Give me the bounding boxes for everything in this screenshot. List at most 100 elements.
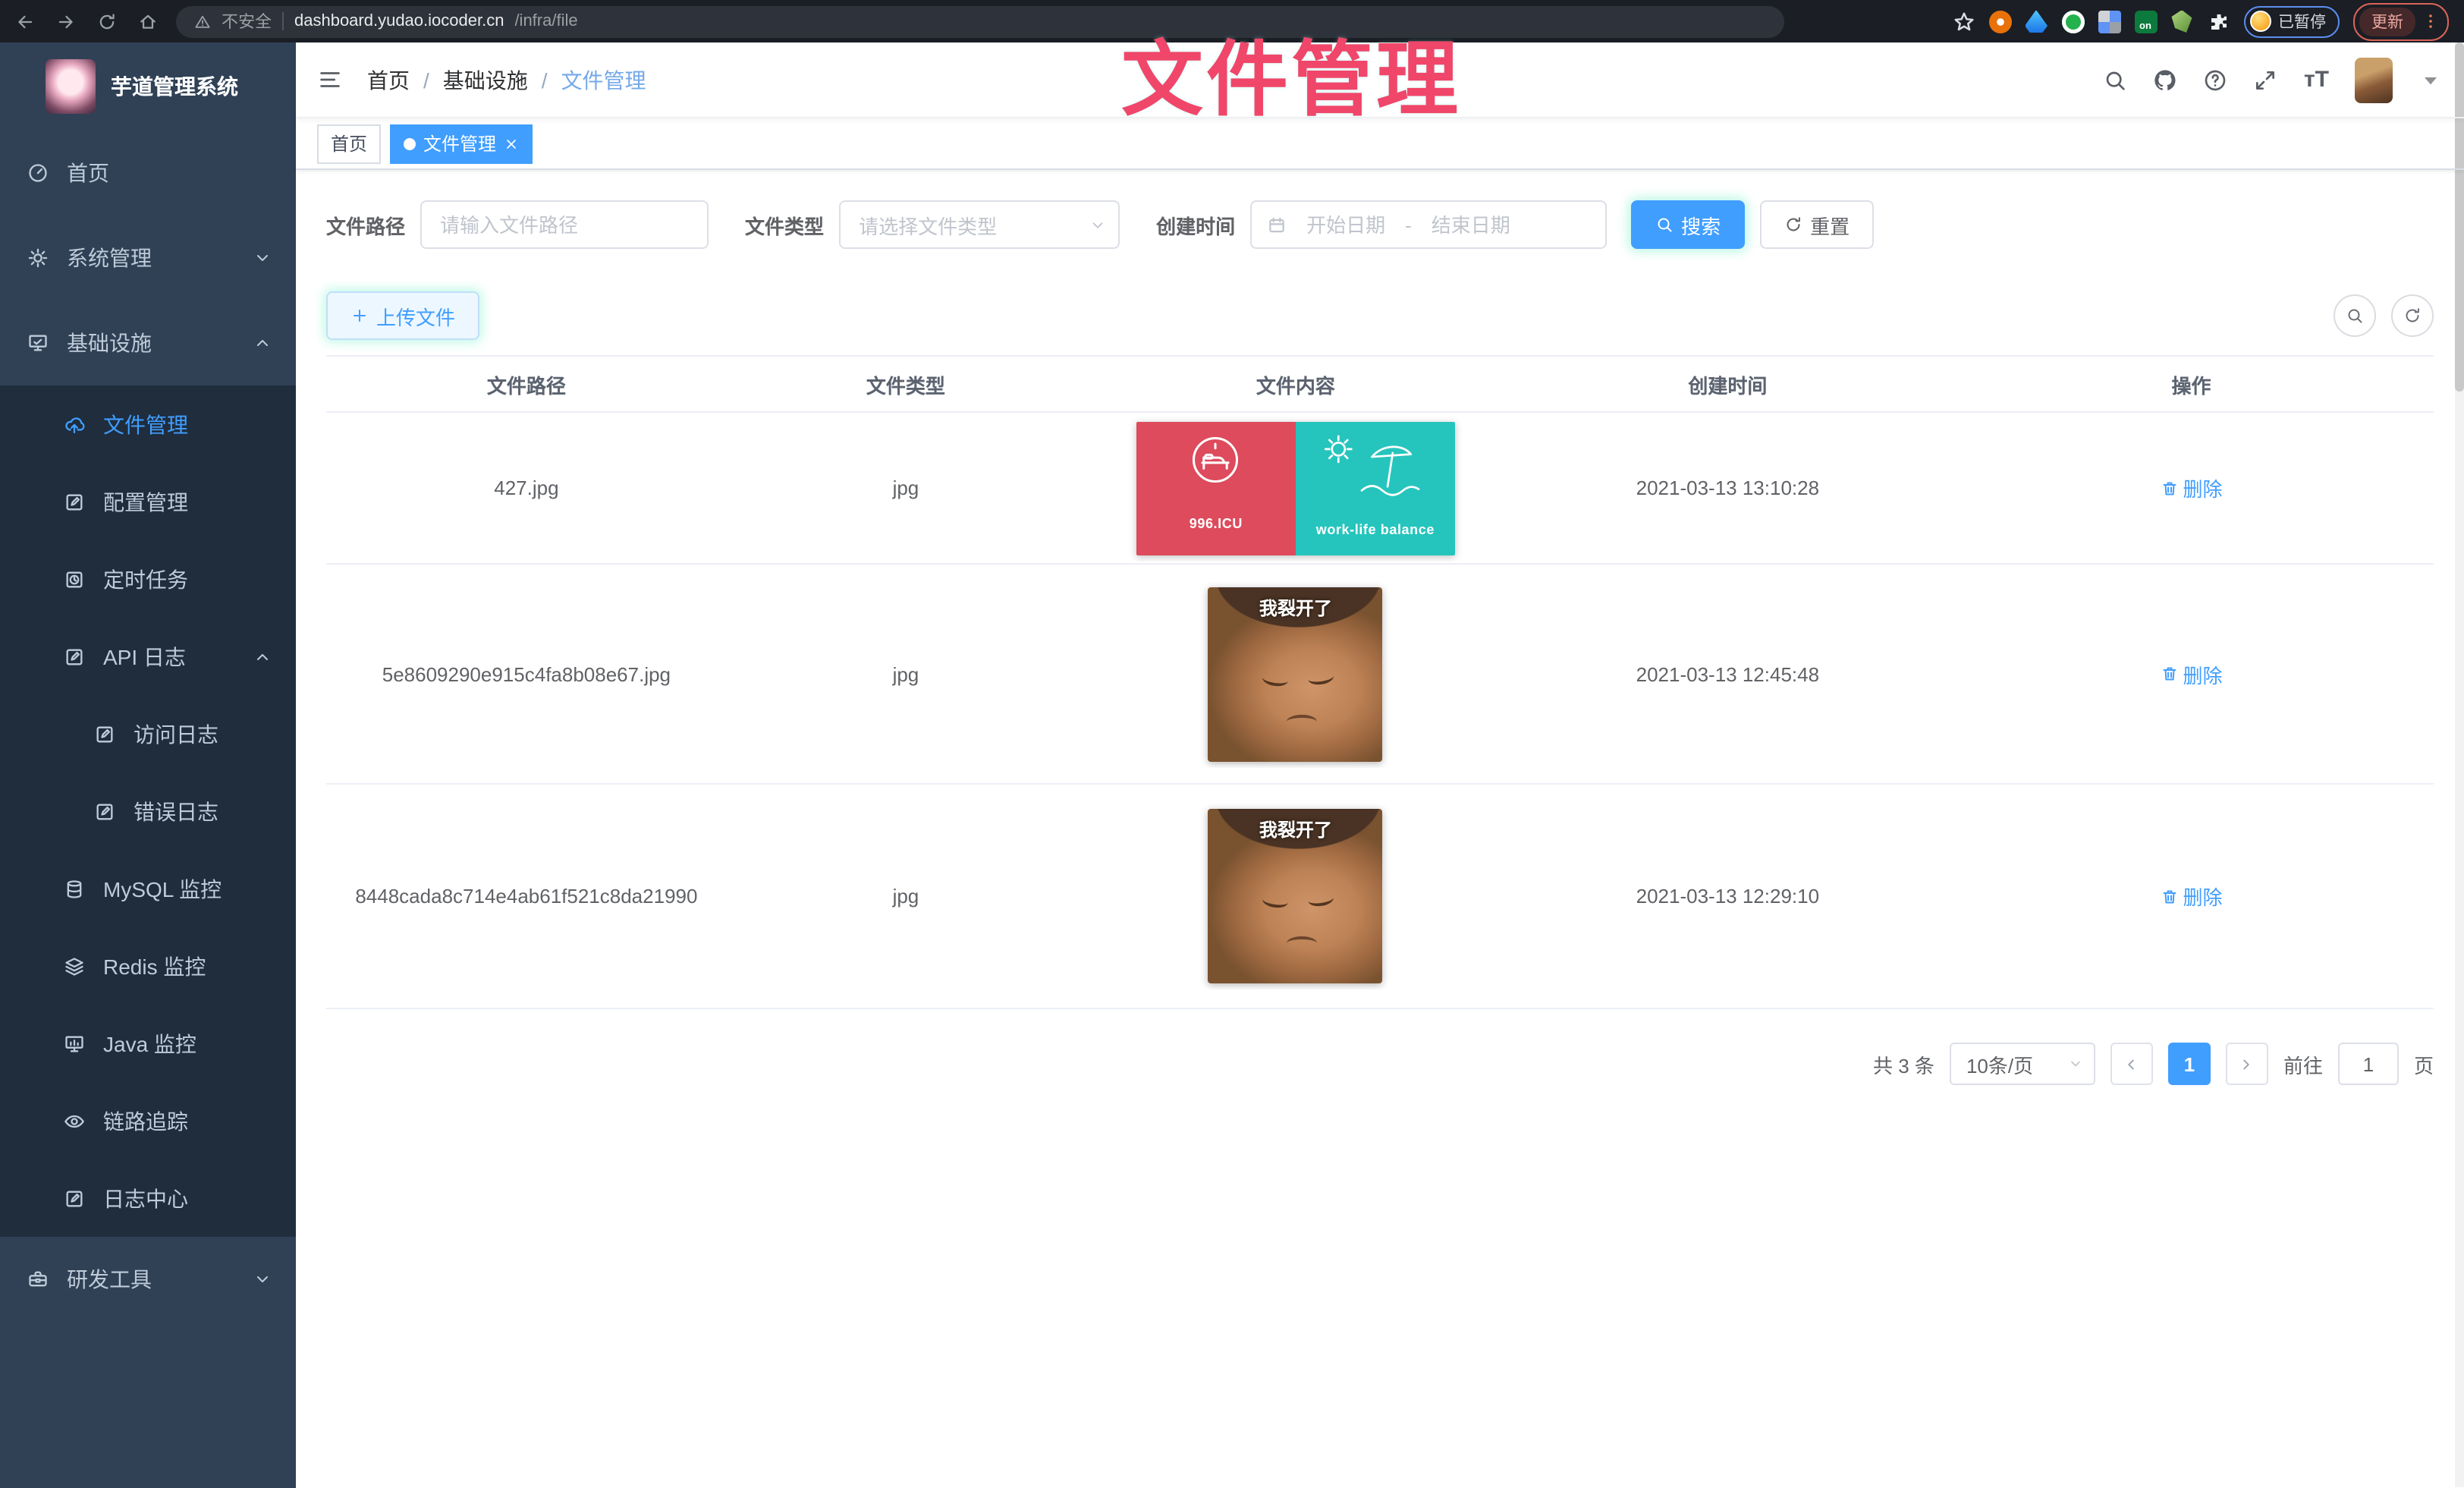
banner-right-text: work-life balance — [1296, 521, 1455, 536]
file-preview-meme-image[interactable]: 我裂开了 — [1208, 587, 1383, 761]
browser-menu-dots-icon[interactable] — [2422, 12, 2440, 30]
delete-button[interactable]: 删除 — [2160, 659, 2222, 688]
bookmark-star-icon[interactable] — [1952, 10, 1975, 33]
cell-file-path: 5e8609290e915c4fa8b08e67.jpg — [326, 656, 727, 691]
back-icon[interactable] — [15, 11, 35, 31]
extension-icon-orange[interactable] — [1988, 10, 2011, 33]
sidebar-item-file-management[interactable]: 文件管理 — [0, 385, 296, 463]
file-type-select[interactable]: 请选择文件类型 — [839, 200, 1120, 249]
col-header-file-type: 文件类型 — [727, 363, 1085, 404]
trash-icon — [2160, 665, 2178, 683]
sidebar-item-access-logs[interactable]: 访问日志 — [0, 695, 296, 772]
database-icon — [64, 878, 85, 899]
sidebar-item-label: 错误日志 — [134, 796, 218, 826]
sidebar-item-infrastructure[interactable]: 基础设施 — [0, 300, 296, 385]
extension-icon-grid[interactable] — [2098, 10, 2120, 33]
browser-chrome: 不安全 dashboard.yudao.iocoder.cn/infra/fil… — [0, 0, 2464, 42]
refresh-table-button[interactable] — [2391, 294, 2434, 337]
file-preview-meme-image[interactable]: 我裂开了 — [1208, 809, 1383, 983]
fullscreen-icon[interactable] — [2254, 68, 2278, 92]
question-help-icon[interactable] — [2204, 68, 2228, 92]
delete-button[interactable]: 删除 — [2160, 882, 2222, 911]
meme-face-detail — [1308, 891, 1335, 908]
meme-face-detail — [1262, 892, 1290, 910]
sidebar-item-label: 基础设施 — [67, 328, 152, 358]
sidebar-item-label: 系统管理 — [67, 243, 152, 273]
next-page-button[interactable] — [2226, 1043, 2268, 1085]
search-icon[interactable] — [2104, 68, 2128, 92]
layers-icon — [64, 955, 85, 977]
trash-icon — [2160, 887, 2178, 905]
file-type-label: 文件类型 — [745, 210, 824, 239]
sidebar-item-trace[interactable]: 链路追踪 — [0, 1082, 296, 1159]
timer-icon — [64, 568, 85, 590]
file-path-input[interactable] — [420, 200, 709, 249]
goto-page-input[interactable] — [2338, 1043, 2399, 1085]
sidebar-item-redis-monitor[interactable]: Redis 监控 — [0, 927, 296, 1005]
font-size-icon[interactable]: ᴛT — [2304, 67, 2329, 93]
col-header-file-content: 文件内容 — [1085, 363, 1507, 404]
delete-button[interactable]: 删除 — [2160, 473, 2222, 502]
page-unit-label: 页 — [2414, 1049, 2434, 1078]
divider — [282, 12, 284, 30]
end-date-input[interactable] — [1424, 213, 1518, 236]
prev-page-button[interactable] — [2110, 1043, 2153, 1085]
upload-file-button[interactable]: 上传文件 — [326, 291, 479, 340]
page-size-select[interactable]: 10条/页 — [1950, 1043, 2095, 1085]
sidebar-item-config-management[interactable]: 配置管理 — [0, 463, 296, 540]
hamburger-icon[interactable] — [317, 67, 343, 93]
chevron-down-icon — [2068, 1056, 2083, 1071]
update-button[interactable]: 更新 — [2359, 7, 2415, 36]
chevron-up-icon — [253, 334, 272, 352]
logo-image — [46, 59, 96, 114]
breadcrumb-item-infrastructure[interactable]: 基础设施 — [443, 64, 528, 95]
cell-create-time: 2021-03-13 13:10:28 — [1507, 470, 1949, 505]
sidebar-item-scheduled-tasks[interactable]: 定时任务 — [0, 540, 296, 618]
sidebar-item-dev-tools[interactable]: 研发工具 — [0, 1237, 296, 1322]
home-icon[interactable] — [138, 11, 158, 31]
search-icon — [1655, 215, 1674, 234]
logo-row[interactable]: 芋道管理系统 — [0, 42, 296, 131]
close-icon[interactable] — [504, 136, 519, 151]
address-bar[interactable]: 不安全 dashboard.yudao.iocoder.cn/infra/fil… — [176, 5, 1784, 37]
page-scrollbar[interactable] — [2455, 42, 2464, 1487]
file-preview-996-banner-image[interactable]: 996.ICU — [1136, 421, 1455, 555]
cell-file-path: 427.jpg — [326, 470, 727, 505]
filter-form: 文件路径 文件类型 请选择文件类型 创建时间 - — [326, 200, 2434, 249]
sidebar-item-mysql-monitor[interactable]: MySQL 监控 — [0, 850, 296, 927]
reload-icon[interactable] — [97, 11, 117, 31]
tag-file-management[interactable]: 文件管理 — [390, 124, 533, 163]
sidebar-item-api-logs[interactable]: API 日志 — [0, 618, 296, 695]
start-date-input[interactable] — [1299, 213, 1393, 236]
profile-paused-badge[interactable]: 已暂停 — [2243, 5, 2340, 37]
extension-icon-drop[interactable] — [2025, 10, 2048, 33]
sidebar-item-java-monitor[interactable]: Java 监控 — [0, 1005, 296, 1082]
sidebar-item-label: 配置管理 — [103, 486, 188, 517]
date-range-picker[interactable]: - — [1250, 200, 1607, 249]
sidebar-item-home[interactable]: 首页 — [0, 131, 296, 215]
current-page-button[interactable]: 1 — [2168, 1043, 2211, 1085]
not-secure-warning-icon[interactable] — [194, 13, 211, 30]
breadcrumb-item-home[interactable]: 首页 — [367, 64, 410, 95]
sidebar-item-error-logs[interactable]: 错误日志 — [0, 772, 296, 850]
sidebar-item-system-management[interactable]: 系统管理 — [0, 215, 296, 300]
log-icon — [64, 646, 85, 667]
forward-icon[interactable] — [56, 11, 76, 31]
meme-face-detail — [1287, 936, 1318, 950]
extensions-puzzle-icon[interactable] — [2207, 10, 2230, 33]
toggle-search-button[interactable] — [2334, 294, 2376, 337]
create-time-label: 创建时间 — [1156, 210, 1235, 239]
extension-icon-green-circle[interactable] — [2061, 10, 2084, 33]
tag-home[interactable]: 首页 — [317, 124, 381, 163]
extension-icon-switch-on[interactable]: on — [2134, 10, 2157, 33]
search-button[interactable]: 搜索 — [1631, 200, 1745, 249]
user-avatar[interactable] — [2355, 57, 2393, 102]
sidebar-item-log-center[interactable]: 日志中心 — [0, 1159, 296, 1237]
github-icon[interactable] — [2154, 68, 2178, 92]
caret-down-icon[interactable] — [2418, 68, 2443, 92]
extension-icon-leaf[interactable] — [2170, 10, 2193, 33]
breadcrumb-separator: / — [423, 68, 429, 92]
reset-button[interactable]: 重置 — [1760, 200, 1874, 249]
sidebar-item-label: API 日志 — [103, 641, 186, 672]
search-icon — [2346, 307, 2364, 325]
